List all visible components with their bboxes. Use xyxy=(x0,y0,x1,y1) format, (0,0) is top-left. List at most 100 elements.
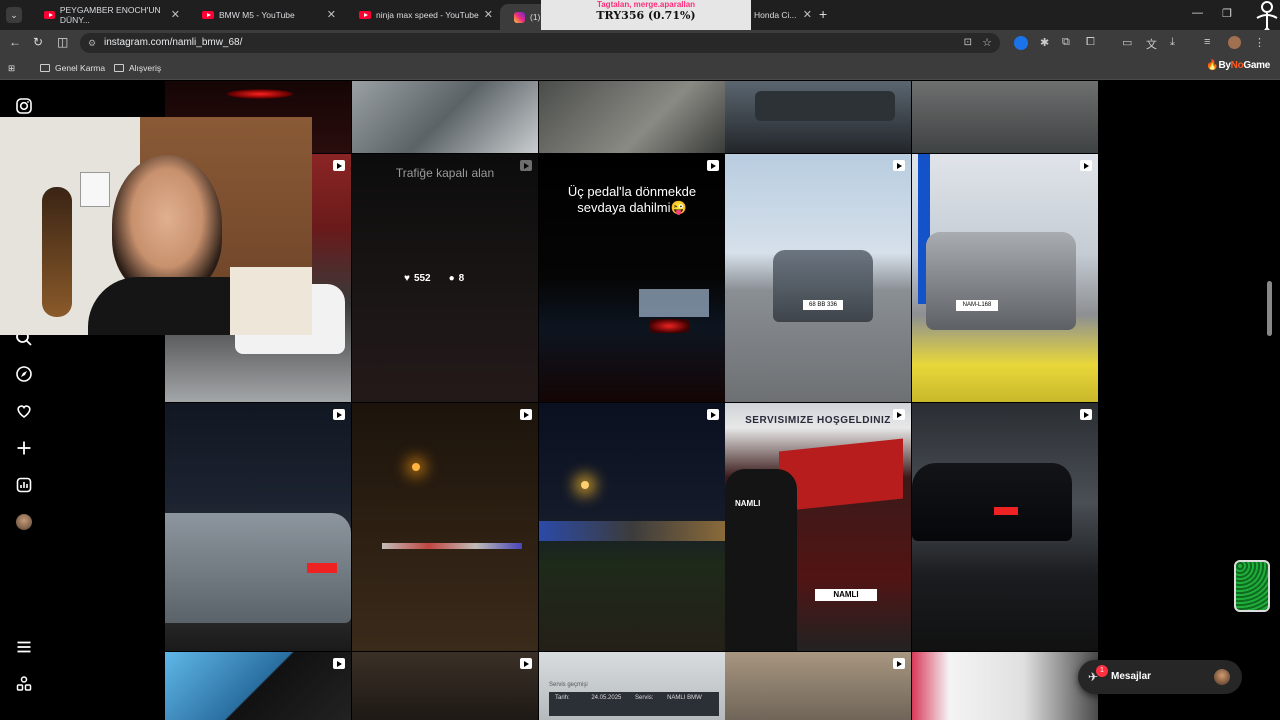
service-label: Servis: xyxy=(635,695,654,701)
address-bar[interactable]: ⚙ instagram.com/namli_bmw_68/ ⊡ ☆ xyxy=(80,33,1000,53)
bynogame-no: No xyxy=(1230,60,1244,71)
instagram-icon xyxy=(514,11,525,23)
post-thumbnail[interactable] xyxy=(539,403,725,651)
tab-title: ninja max speed - YouTube xyxy=(376,10,479,20)
post-thumbnail[interactable] xyxy=(912,652,1098,720)
chair-back xyxy=(230,267,312,335)
service-value: NAMLI BMW xyxy=(667,695,702,701)
post-thumbnail-hovered[interactable]: Trafiğe kapalı alan ♥ 552 ● 8 xyxy=(352,154,538,402)
reel-icon xyxy=(333,409,345,420)
post-thumbnail[interactable] xyxy=(352,652,538,720)
garage-sign: SERVISIMIZE HOŞGELDINIZ xyxy=(745,415,891,426)
tab-ninja-max-speed[interactable]: ninja max speed - YouTube ✕ xyxy=(345,4,493,26)
mechanic-shape: NAMLI xyxy=(725,469,797,651)
post-thumbnail[interactable]: SERVISIMIZE HOŞGELDINIZ NAMLI NAMLI xyxy=(725,403,911,651)
post-thumbnail[interactable] xyxy=(725,652,911,720)
reel-icon xyxy=(520,658,532,669)
overlay-top-text: Tagtalan, merge.aparallan xyxy=(596,0,696,9)
profile-avatar-nav[interactable] xyxy=(16,514,32,530)
bynogame-mark: 🔥 xyxy=(1206,60,1219,71)
tab-search-button[interactable]: ⌄ xyxy=(6,7,22,23)
overlay-price-text: TRY356 (0.71%) xyxy=(596,9,696,22)
reel-icon xyxy=(893,160,905,171)
close-icon[interactable]: ✕ xyxy=(171,8,180,21)
media-control-icon[interactable]: ≡ xyxy=(1204,36,1210,48)
date-label: Tarih: xyxy=(555,695,570,701)
close-icon[interactable]: ✕ xyxy=(327,8,336,21)
bookmark-alisveris[interactable]: Alışveriş xyxy=(114,63,161,73)
post-thumbnail[interactable] xyxy=(165,403,351,651)
explore-compass-icon[interactable] xyxy=(14,364,34,384)
side-panel-icon[interactable]: ◫ xyxy=(57,35,68,49)
messages-floating-button[interactable]: ✈ 1 Mesajlar xyxy=(1078,660,1242,694)
stream-donation-jar xyxy=(1234,560,1270,612)
profile-avatar[interactable] xyxy=(1228,36,1241,49)
shirt-logo: NAMLI xyxy=(735,499,761,508)
bynogame-logo: 🔥ByNoGame xyxy=(1206,60,1270,71)
post-thumbnail[interactable]: 68 BB 336 xyxy=(725,154,911,402)
bookmark-genel-karma[interactable]: Genel Karma xyxy=(40,63,105,73)
post-thumbnail[interactable]: NAM-L168 xyxy=(912,154,1098,402)
post-thumbnail[interactable] xyxy=(352,403,538,651)
post-overlay-text: Trafiğe kapalı alan xyxy=(395,166,495,180)
post-thumbnail[interactable] xyxy=(165,652,351,720)
post-thumbnail[interactable]: Servis geçmişi Tarih: 24.05.2025 Servis:… xyxy=(539,652,725,720)
tab-bmw-m5[interactable]: BMW M5 - YouTube ✕ xyxy=(188,4,336,26)
likes-stat: ♥ 552 xyxy=(404,273,431,284)
notifications-heart-icon[interactable] xyxy=(14,401,34,421)
translate-icon[interactable]: 文 xyxy=(1146,36,1157,52)
page-scrollbar-thumb[interactable] xyxy=(1267,281,1272,336)
reel-icon xyxy=(520,409,532,420)
create-plus-icon[interactable] xyxy=(14,438,34,458)
url-text: instagram.com/namli_bmw_68/ xyxy=(104,37,243,48)
open-hood-shape xyxy=(779,438,903,512)
close-icon[interactable]: ✕ xyxy=(803,8,812,21)
instagram-logo-icon[interactable] xyxy=(14,96,34,116)
silver-bmw-shape: NAM-L168 xyxy=(926,232,1076,330)
bynogame-game: Game xyxy=(1243,60,1270,71)
reel-icon xyxy=(707,409,719,420)
comments-count: 8 xyxy=(458,273,465,284)
browser-toolbar: ← ↻ ◫ ⚙ instagram.com/namli_bmw_68/ ⊡ ☆ … xyxy=(0,30,1280,56)
post-thumbnail[interactable] xyxy=(539,81,725,153)
unread-badge: 1 xyxy=(1096,665,1108,677)
new-tab-button[interactable]: + xyxy=(819,6,827,22)
lit-window xyxy=(639,289,709,317)
site-info-icon[interactable]: ⚙ xyxy=(88,33,96,53)
cast-icon[interactable]: ▭ xyxy=(1122,36,1132,49)
post-thumbnail[interactable] xyxy=(352,81,538,153)
post-thumbnail[interactable] xyxy=(912,81,1098,153)
extensions-puzzle-icon[interactable]: ⧠ xyxy=(1086,36,1095,49)
dashboard-insights-icon[interactable] xyxy=(14,475,34,495)
reel-icon xyxy=(333,160,345,171)
post-thumbnail[interactable]: Üç pedal'la dönmekde sevdaya dahilmi😜 xyxy=(539,154,725,402)
translate-extension-icon[interactable]: ⧉ xyxy=(1062,36,1070,49)
street-buildings xyxy=(539,521,725,541)
download-icon[interactable]: ⤓ xyxy=(1170,36,1175,49)
youtube-icon xyxy=(202,11,214,19)
apps-grid-icon[interactable]: ⊞ xyxy=(8,63,15,74)
profile-extension-icon[interactable] xyxy=(1014,36,1028,50)
tab-title: BMW M5 - YouTube xyxy=(219,10,295,20)
close-icon[interactable]: ✕ xyxy=(484,8,493,21)
back-icon[interactable]: ← xyxy=(9,35,21,49)
post-thumbnail[interactable] xyxy=(725,81,911,153)
extension-icon[interactable]: ✱ xyxy=(1040,36,1049,49)
also-from-meta-icon[interactable] xyxy=(14,674,34,694)
bookmark-label: Genel Karma xyxy=(55,63,106,73)
reload-icon[interactable]: ↻ xyxy=(33,35,43,49)
post-caption-overlay: Üç pedal'la dönmekde sevdaya dahilmi😜 xyxy=(567,184,697,215)
bookmark-label: Alışveriş xyxy=(129,63,162,73)
post-thumbnail[interactable] xyxy=(912,403,1098,651)
tab-peygamber[interactable]: PEYGAMBER ENOCH'UN DÜNY... ✕ xyxy=(30,4,180,26)
bookmark-star-icon[interactable]: ☆ xyxy=(982,33,992,53)
restore-icon[interactable]: ❐ xyxy=(1222,7,1232,20)
install-app-icon[interactable]: ⊡ xyxy=(964,33,972,53)
likes-count: 552 xyxy=(413,273,431,284)
taillight-glow xyxy=(649,319,689,333)
minimize-icon[interactable]: — xyxy=(1192,7,1203,19)
more-menu-icon[interactable] xyxy=(14,637,34,657)
bynogame-by: By xyxy=(1218,60,1231,71)
menu-kebab-icon[interactable]: ⋮ xyxy=(1254,36,1265,49)
street-lamp xyxy=(412,463,420,471)
